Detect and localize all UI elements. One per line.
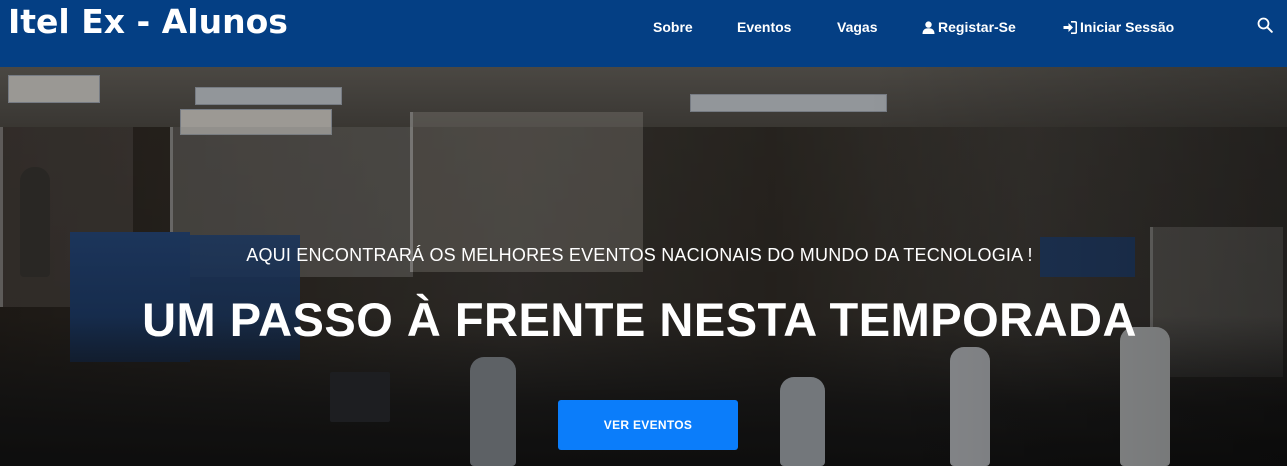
hero-right-shade bbox=[867, 67, 1287, 466]
hero-title: UM PASSO À FRENTE NESTA TEMPORADA bbox=[142, 293, 1137, 346]
nav-item-iniciar-sessao[interactable]: Iniciar Sessão bbox=[1063, 18, 1174, 36]
brand-logo[interactable]: Itel Ex - Alunos bbox=[8, 2, 288, 41]
user-icon bbox=[922, 20, 935, 34]
nav-item-label: Eventos bbox=[737, 19, 792, 35]
nav-item-label: Iniciar Sessão bbox=[1080, 19, 1175, 35]
nav-item-registar[interactable]: Registar-Se bbox=[922, 18, 1016, 36]
nav-item-eventos[interactable]: Eventos bbox=[737, 18, 791, 36]
nav-item-vagas[interactable]: Vagas bbox=[837, 18, 877, 36]
nav-item-sobre[interactable]: Sobre bbox=[653, 18, 693, 36]
hero-subtitle: AQUI ENCONTRARÁ OS MELHORES EVENTOS NACI… bbox=[246, 245, 1033, 265]
sign-in-icon bbox=[1063, 20, 1078, 34]
nav-item-label: Sobre bbox=[653, 19, 693, 35]
nav-item-label: Registar-Se bbox=[938, 19, 1016, 35]
top-navbar: Itel Ex - Alunos Sobre Eventos Vagas Reg… bbox=[0, 0, 1287, 67]
hero-banner: AQUI ENCONTRARÁ OS MELHORES EVENTOS NACI… bbox=[0, 67, 1287, 466]
ver-eventos-button[interactable]: VER EVENTOS bbox=[558, 400, 738, 450]
nav-item-label: Vagas bbox=[837, 19, 878, 35]
search-icon[interactable] bbox=[1257, 17, 1273, 33]
